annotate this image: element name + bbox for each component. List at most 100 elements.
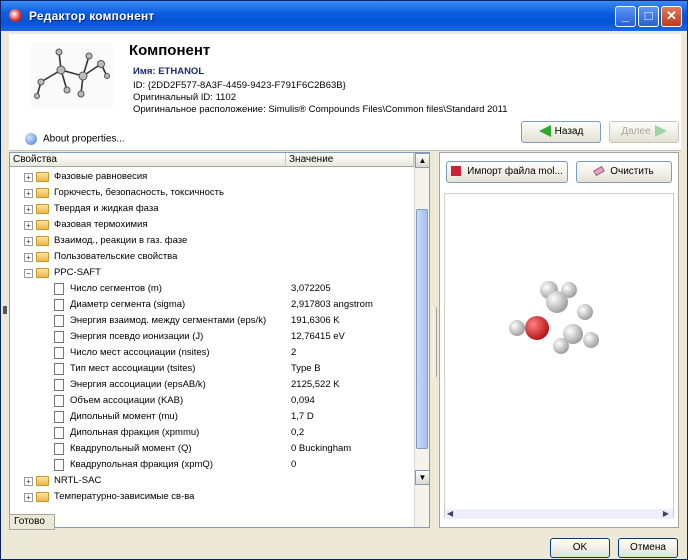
group-label: Фазовая термохимия xyxy=(54,219,148,230)
scroll-down-button[interactable]: ▼ xyxy=(415,470,430,485)
info-icon xyxy=(25,133,37,145)
property-row[interactable]: Число сегментов (m) 3,072205 xyxy=(10,281,410,297)
folder-icon xyxy=(36,476,49,486)
component-id: ID: {2DD2F577-8A3F-4459-9423-F791F6C2B63… xyxy=(133,80,346,91)
property-label: Объем ассоциации (KAB) xyxy=(70,395,184,406)
close-button[interactable]: ✕ xyxy=(661,6,682,27)
expand-icon[interactable]: + xyxy=(24,221,33,230)
component-name: Имя: ETHANOL xyxy=(133,66,205,77)
folder-icon xyxy=(36,252,49,262)
document-icon xyxy=(54,283,64,295)
property-row[interactable]: Тип мест ассоциации (tsites) Type B xyxy=(10,361,410,377)
splitter-grip[interactable] xyxy=(433,307,437,377)
import-mol-button[interactable]: Импорт файла mol... xyxy=(446,161,568,183)
folder-icon xyxy=(36,204,49,214)
property-value: 2125,522 K xyxy=(291,379,340,390)
component-original-location: Оригинальное расположение: Simulis® Comp… xyxy=(133,104,508,115)
collapse-icon[interactable]: − xyxy=(24,269,33,278)
cancel-button[interactable]: Отмена xyxy=(618,538,678,558)
import-icon xyxy=(451,166,462,177)
scroll-thumb[interactable] xyxy=(416,209,428,449)
title-bar[interactable]: Редактор компонент _ □ ✕ xyxy=(1,1,687,31)
property-row[interactable]: Квадрупольный момент (Q) 0 Buckingham xyxy=(10,441,410,457)
property-label: Энергия взаимод. между сегментами (eps/k… xyxy=(70,315,267,326)
scroll-up-button[interactable]: ▲ xyxy=(415,153,430,168)
property-row[interactable]: Диаметр сегмента (sigma) 2,917803 angstr… xyxy=(10,297,410,313)
property-value: 12,76415 eV xyxy=(291,331,345,342)
group-label: Фазовые равновесия xyxy=(54,171,148,182)
scroll-left-icon[interactable]: ◀ xyxy=(447,509,453,518)
group-label: Взаимод., реакции в газ. фазе xyxy=(54,235,188,246)
document-icon xyxy=(54,443,64,455)
component-original-id: Оригинальный ID: 1102 xyxy=(133,92,237,103)
folder-icon xyxy=(36,172,49,182)
splitter-marker xyxy=(3,306,7,314)
property-row[interactable]: Энергия взаимод. между сегментами (eps/k… xyxy=(10,313,410,329)
expand-icon[interactable]: + xyxy=(24,253,33,262)
clear-button[interactable]: Очистить xyxy=(576,161,672,183)
group-label: NRTL-SAC xyxy=(54,475,102,486)
viewer-horizontal-scrollbar[interactable]: ◀ ▶ xyxy=(445,509,673,519)
maximize-button[interactable]: □ xyxy=(638,6,659,27)
folder-icon xyxy=(36,220,49,230)
component-editor-window: Редактор компонент _ □ ✕ Компонент Имя: … xyxy=(0,0,688,560)
back-button[interactable]: Назад xyxy=(521,121,601,143)
property-value: 2,917803 angstrom xyxy=(291,299,373,310)
property-row[interactable]: Энергия псевдо ионизации (J) 12,76415 eV xyxy=(10,329,410,345)
document-icon xyxy=(54,379,64,391)
tree-vertical-scrollbar[interactable]: ▲ ▼ xyxy=(414,153,430,527)
property-label: Энергия ассоциации (epsAB/k) xyxy=(70,379,206,390)
component-title: Компонент xyxy=(129,42,211,59)
property-label: Дипольная фракция (xpmmu) xyxy=(70,427,200,438)
document-icon xyxy=(54,331,64,343)
property-value: 3,072205 xyxy=(291,283,331,294)
document-icon xyxy=(54,347,64,359)
property-row[interactable]: Дипольная фракция (xpmmu) 0,2 xyxy=(10,425,410,441)
property-label: Дипольный момент (mu) xyxy=(70,411,178,422)
column-header-value[interactable]: Значение xyxy=(286,153,414,167)
document-icon xyxy=(54,315,64,327)
status-bar: Готово xyxy=(9,514,55,530)
group-label: Температурно-зависимые св-ва xyxy=(54,491,195,502)
property-label: Энергия псевдо ионизации (J) xyxy=(70,331,204,342)
property-row[interactable]: Дипольный момент (mu) 1,7 D xyxy=(10,409,410,425)
group-label: Твердая и жидкая фаза xyxy=(54,203,159,214)
panel-splitter[interactable] xyxy=(432,152,438,528)
group-label: PPC-SAFT xyxy=(54,267,101,278)
properties-tree[interactable]: Свойства Значение + Фазовые равновесия +… xyxy=(9,152,430,528)
expand-icon[interactable]: + xyxy=(24,237,33,246)
folder-icon xyxy=(36,492,49,502)
eraser-icon xyxy=(593,166,606,177)
molecule-3d-viewer[interactable]: ◀ ▶ xyxy=(444,193,674,519)
component-header: Компонент Имя: ETHANOL ID: {2DD2F577-8A3… xyxy=(9,34,681,151)
expand-icon[interactable]: + xyxy=(24,493,33,502)
expand-icon[interactable]: + xyxy=(24,173,33,182)
property-label: Число сегментов (m) xyxy=(70,283,162,294)
property-label: Квадрупольная фракция (xpmQ) xyxy=(70,459,213,470)
column-header-property[interactable]: Свойства xyxy=(10,153,286,167)
property-value: Type B xyxy=(291,363,321,374)
folder-icon xyxy=(36,188,49,198)
property-row[interactable]: Число мест ассоциации (nsites) 2 xyxy=(10,345,410,361)
property-row[interactable]: Квадрупольная фракция (xpmQ) 0 xyxy=(10,457,410,473)
document-icon xyxy=(54,299,64,311)
property-row[interactable]: Энергия ассоциации (epsAB/k) 2125,522 K xyxy=(10,377,410,393)
folder-icon xyxy=(36,236,49,246)
property-value: 0,094 xyxy=(291,395,315,406)
scroll-right-icon[interactable]: ▶ xyxy=(663,509,669,518)
minimize-button[interactable]: _ xyxy=(615,6,636,27)
ok-button[interactable]: OK xyxy=(550,538,610,558)
document-icon xyxy=(54,363,64,375)
property-label: Число мест ассоциации (nsites) xyxy=(70,347,210,358)
property-row[interactable]: Объем ассоциации (KAB) 0,094 xyxy=(10,393,410,409)
property-value: 1,7 D xyxy=(291,411,314,422)
expand-icon[interactable]: + xyxy=(24,189,33,198)
document-icon xyxy=(54,411,64,423)
about-properties-link[interactable]: About properties... xyxy=(25,133,125,145)
next-button[interactable]: Далее xyxy=(609,121,679,143)
expand-icon[interactable]: + xyxy=(24,477,33,486)
expand-icon[interactable]: + xyxy=(24,205,33,214)
import-mol-label: Импорт файла mol... xyxy=(467,166,563,177)
arrow-right-icon xyxy=(654,125,667,138)
app-icon xyxy=(9,9,22,22)
